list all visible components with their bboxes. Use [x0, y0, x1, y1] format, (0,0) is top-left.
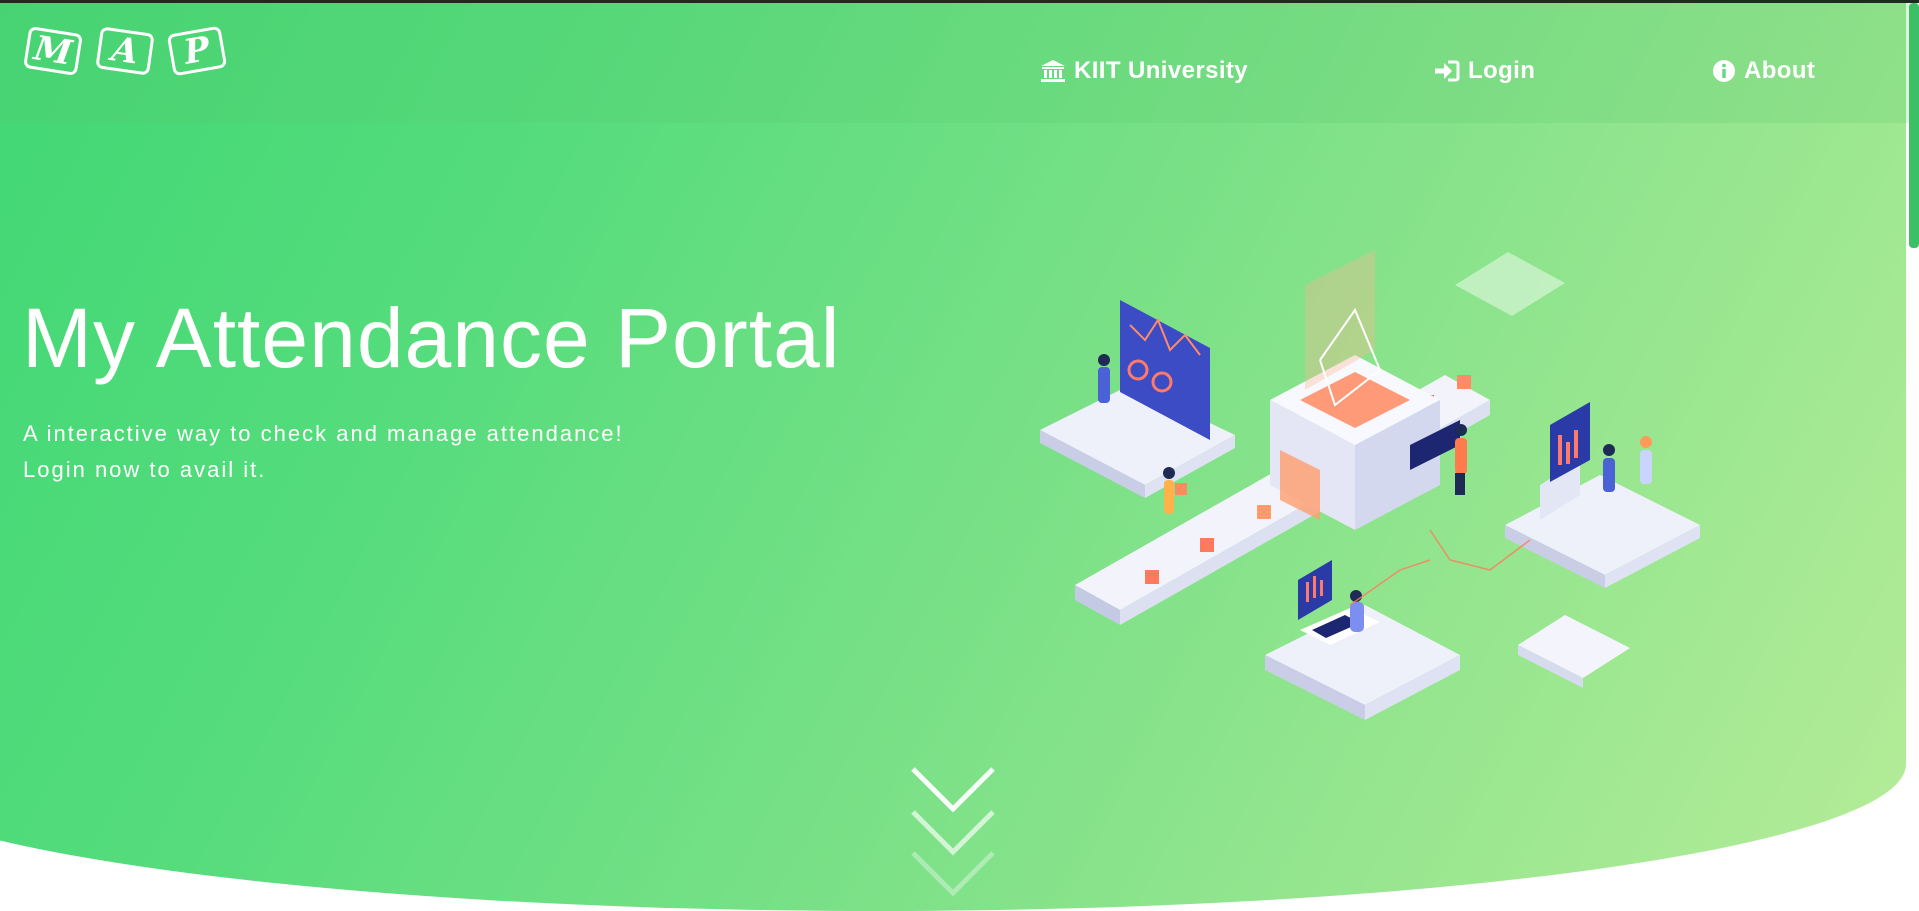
logo-letter-m: M	[23, 26, 83, 76]
person-left	[1098, 354, 1110, 403]
nav-link-university[interactable]: KIIT University	[1040, 57, 1248, 85]
nav-link-login-label: Login	[1468, 57, 1536, 84]
platform-right	[1505, 402, 1700, 588]
nav-link-university-label: KIIT University	[1074, 57, 1249, 84]
nav-link-about-label: About	[1744, 57, 1816, 84]
hero-subtitle-line-1: A interactive way to check and manage at…	[23, 421, 624, 446]
nav-link-login[interactable]: Login	[1434, 57, 1535, 85]
scrollbar-thumb[interactable]	[1909, 3, 1919, 248]
nav-link-about[interactable]: About	[1712, 57, 1815, 85]
hero-title: My Attendance Portal	[22, 291, 841, 385]
info-icon	[1712, 59, 1736, 83]
university-icon	[1040, 59, 1066, 83]
chevron-down-icon	[911, 767, 995, 897]
navbar: M A P KIIT University Login About	[0, 3, 1910, 123]
platform-bottom	[1265, 560, 1460, 720]
window-top-border	[0, 0, 1919, 3]
scroll-down-indicator[interactable]	[910, 764, 996, 904]
logo[interactable]: M A P	[23, 25, 228, 77]
hero-subtitle-line-2: Login now to avail it.	[23, 457, 267, 482]
hero-subtitle: A interactive way to check and manage at…	[23, 416, 624, 488]
people-right	[1603, 436, 1652, 492]
logo-letter-p: P	[166, 25, 228, 77]
isometric-factory-illustration	[1040, 250, 1700, 720]
logo-letter-a: A	[95, 26, 155, 76]
page: M A P KIIT University Login About My Att…	[0, 0, 1919, 911]
login-icon	[1434, 59, 1460, 83]
